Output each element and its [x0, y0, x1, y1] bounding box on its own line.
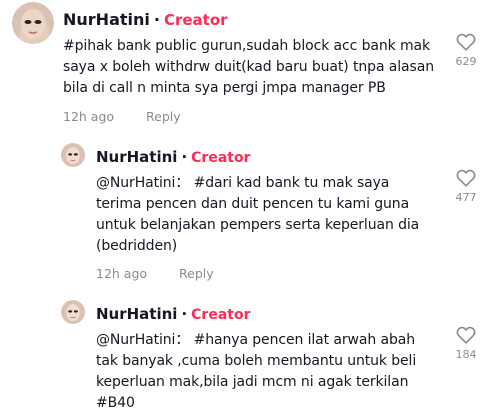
comment-author-line: NurHatini · Creator	[96, 305, 251, 323]
creator-badge: Creator	[191, 150, 251, 166]
creator-badge: Creator	[163, 11, 228, 29]
avatar[interactable]	[61, 300, 85, 324]
like-button[interactable]: 629	[446, 33, 486, 68]
like-button[interactable]: 477	[446, 169, 486, 204]
like-count: 184	[455, 348, 477, 361]
comment-text: @NurHatini： #dari kad bank tu mak saya t…	[96, 175, 420, 254]
like-count: 629	[455, 55, 477, 68]
reply-button[interactable]: Reply	[146, 109, 181, 124]
author-name[interactable]: NurHatini	[96, 305, 177, 323]
comment-author-line: NurHatini · Creator	[96, 148, 251, 166]
author-name[interactable]: NurHatini	[96, 148, 177, 166]
separator-dot: ·	[181, 305, 188, 323]
avatar-image	[61, 143, 85, 167]
separator-dot: ·	[153, 10, 160, 29]
heart-icon	[456, 326, 476, 344]
avatar-image	[12, 2, 54, 44]
comment-timestamp: 12h ago	[96, 266, 148, 281]
heart-icon	[456, 33, 476, 51]
comment-author-line: NurHatini · Creator	[63, 10, 228, 29]
comment-text: @NurHatini： #hanya pencen ilat arwah aba…	[96, 332, 417, 411]
like-button[interactable]: 184	[446, 326, 486, 361]
like-count: 477	[455, 191, 477, 204]
avatar[interactable]	[61, 143, 85, 167]
comment-timestamp: 12h ago	[63, 109, 115, 124]
separator-dot: ·	[181, 148, 188, 166]
comment-meta: 12h ago Reply	[96, 266, 214, 281]
avatar[interactable]	[12, 2, 54, 44]
author-name[interactable]: NurHatini	[63, 10, 150, 29]
comment-meta: 12h ago Reply	[63, 109, 181, 124]
avatar-image	[61, 300, 85, 324]
creator-badge: Creator	[191, 307, 251, 323]
reply-button[interactable]: Reply	[179, 266, 214, 281]
comment-text: #pihak bank public gurun,sudah block acc…	[63, 38, 434, 96]
heart-icon	[456, 169, 476, 187]
